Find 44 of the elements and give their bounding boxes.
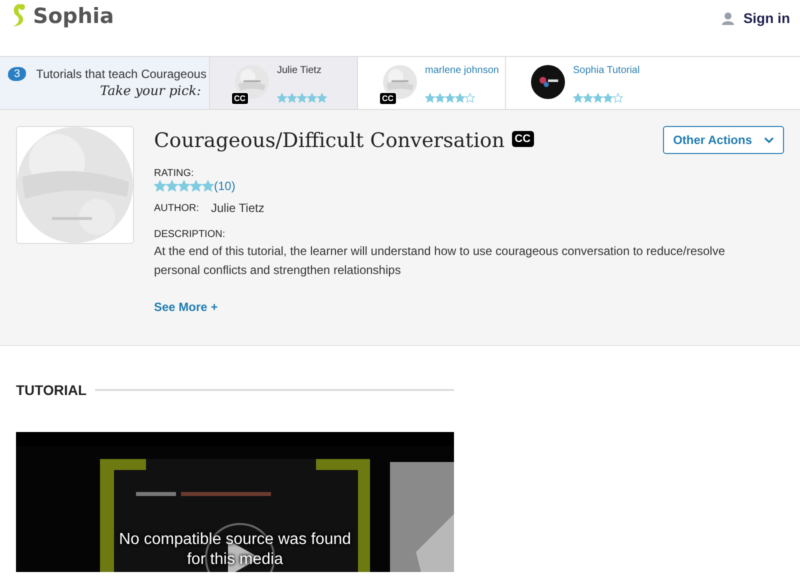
tutorial-card[interactable]: CC marlene johnson xyxy=(358,57,506,109)
tutorial-card[interactable]: CC Julie Tietz xyxy=(210,57,358,109)
rating-count-link[interactable]: (10) xyxy=(214,179,236,193)
star-icon xyxy=(425,93,435,103)
star-icon xyxy=(277,93,287,103)
author-name: Julie Tietz xyxy=(211,201,264,215)
tutorial-card[interactable]: Sophia Tutorial xyxy=(506,57,799,109)
tutorial-author: Sophia Tutorial xyxy=(573,65,640,76)
cc-badge: CC xyxy=(512,131,534,147)
description-text: At the end of this tutorial, the learner will understand how to use courageous conversation to reduce/resolve personal conflicts and strengthen relationships xyxy=(154,243,726,279)
star-icon xyxy=(573,93,583,103)
star-icon xyxy=(166,180,178,192)
section-heading: TUTORIAL xyxy=(16,382,87,398)
star-icon xyxy=(307,93,317,103)
promo-tagline: Take your pick: xyxy=(100,84,201,99)
author-label: AUTHOR: xyxy=(154,202,199,214)
logo-text[interactable]: Sophia xyxy=(33,4,114,28)
star-icon xyxy=(297,93,307,103)
star-icon xyxy=(154,180,166,192)
see-more-link[interactable]: See More + xyxy=(154,300,218,314)
star-icon xyxy=(202,180,214,192)
star-icon xyxy=(317,93,327,103)
sign-in-link[interactable]: Sign in xyxy=(722,10,790,26)
tutorial-author: Julie Tietz xyxy=(277,65,322,76)
star-icon xyxy=(593,93,603,103)
star-icon xyxy=(435,93,445,103)
tutorial-title: Courageous/Difficult Conversation xyxy=(154,128,505,152)
other-actions-button[interactable]: Other Actions xyxy=(663,126,784,154)
cc-badge: CC xyxy=(379,92,397,105)
cc-badge: CC xyxy=(231,92,249,105)
count-badge: 3 xyxy=(8,67,26,81)
promo-text: Tutorials that teach Courageous xyxy=(36,67,206,81)
tutorial-author: marlene johnson xyxy=(425,65,499,76)
star-icon xyxy=(445,93,455,103)
chevron-down-icon xyxy=(764,137,774,143)
star-icon xyxy=(603,93,613,103)
star-icon xyxy=(190,180,202,192)
star-icon xyxy=(583,93,593,103)
user-icon xyxy=(722,12,734,24)
description-label: DESCRIPTION: xyxy=(154,229,226,240)
star-icon xyxy=(287,93,297,103)
star-icon xyxy=(455,93,465,103)
rating-label: RATING: xyxy=(154,168,195,179)
star-icon xyxy=(178,180,190,192)
